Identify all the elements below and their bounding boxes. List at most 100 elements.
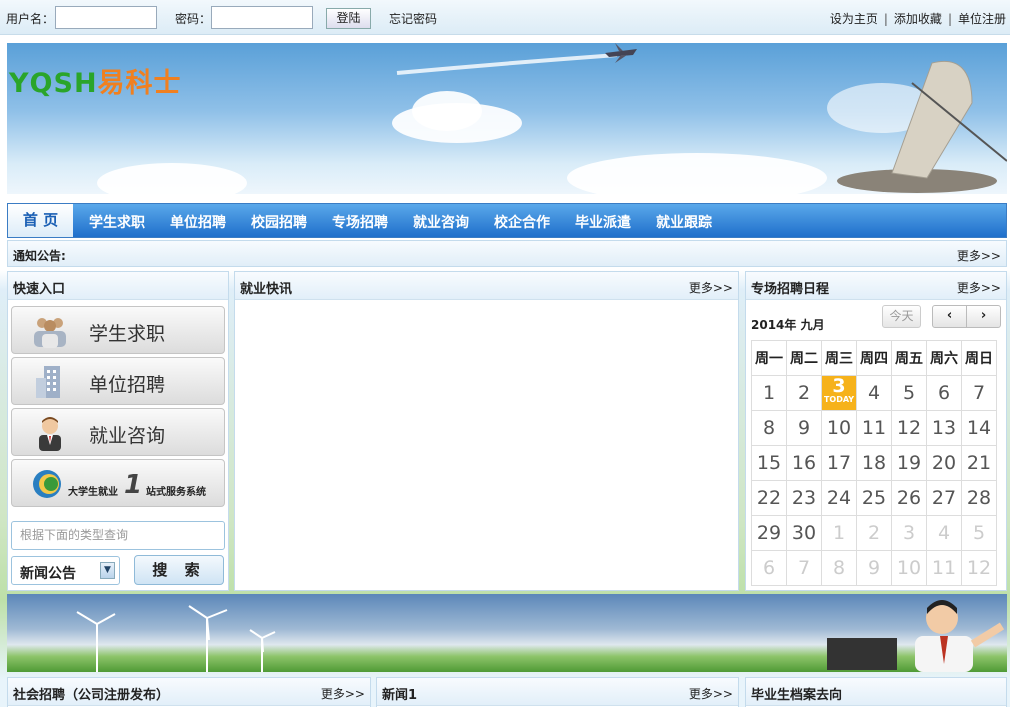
service-badge-num: 1	[124, 470, 143, 500]
day-cell[interactable]: 9	[786, 410, 822, 446]
service-badge-right: 站式服务系统	[146, 487, 206, 498]
day-cell[interactable]: 26	[891, 480, 927, 516]
other-month-day-cell[interactable]: 10	[891, 550, 927, 586]
other-month-day-cell[interactable]: 2	[856, 515, 892, 551]
password-input[interactable]	[211, 6, 313, 29]
day-cell[interactable]: 30	[786, 515, 822, 551]
login-button[interactable]: 登陆	[326, 8, 371, 29]
username-input[interactable]	[55, 6, 157, 29]
other-month-day-cell[interactable]: 5	[961, 515, 997, 551]
day-cell[interactable]: 6	[926, 375, 962, 411]
day-cell[interactable]: 15	[751, 445, 787, 481]
site-logo[interactable]: YQSH易科士	[9, 61, 182, 100]
day-cell[interactable]: 2	[786, 375, 822, 411]
consultant-icon	[39, 417, 61, 451]
week-row: 29 30 1 2 3 4 5	[751, 515, 997, 551]
day-cell[interactable]: 19	[891, 445, 927, 481]
day-cell[interactable]: 1	[751, 375, 787, 411]
chevron-down-icon[interactable]: ▼	[100, 562, 115, 579]
nav-item-company-hiring[interactable]: 单位招聘	[170, 212, 226, 232]
employment-news-panel: 就业快讯 更多>>	[234, 271, 739, 591]
day-cell[interactable]: 10	[821, 410, 857, 446]
news-more-link[interactable]: 更多>>	[689, 279, 733, 296]
search-type-select[interactable]: 新闻公告 ▼	[11, 556, 120, 585]
today-button[interactable]: 今天	[882, 305, 921, 328]
today-cell[interactable]: 3 TODAY	[821, 375, 857, 411]
other-month-day-cell[interactable]: 12	[961, 550, 997, 586]
calendar-more-link[interactable]: 更多>>	[957, 279, 1001, 296]
add-favorite-link[interactable]: 添加收藏	[894, 12, 942, 26]
quick-company-hiring-button[interactable]: 单位招聘	[11, 357, 225, 405]
calendar-grid: 周一 周二 周三 周四 周五 周六 周日 1 2 3 TODAY 4 5 6 7 …	[751, 340, 997, 586]
day-cell[interactable]: 14	[961, 410, 997, 446]
other-month-day-cell[interactable]: 9	[856, 550, 892, 586]
nav-item-graduate-dispatch[interactable]: 毕业派遣	[575, 212, 631, 232]
day-cell[interactable]: 21	[961, 445, 997, 481]
other-month-day-cell[interactable]: 6	[751, 550, 787, 586]
service-badge-left: 大学生就业	[68, 487, 118, 498]
day-cell[interactable]: 13	[926, 410, 962, 446]
quick-career-consulting-button[interactable]: 就业咨询	[11, 408, 225, 456]
nav-item-home[interactable]: 首 页	[8, 204, 73, 237]
day-cell[interactable]: 11	[856, 410, 892, 446]
day-cell[interactable]: 8	[751, 410, 787, 446]
day-cell[interactable]: 23	[786, 480, 822, 516]
day-cell[interactable]: 22	[751, 480, 787, 516]
day-cell[interactable]: 27	[926, 480, 962, 516]
nav-item-campus-hiring[interactable]: 校园招聘	[251, 212, 307, 232]
notice-bar: 通知公告: 更多>>	[7, 240, 1007, 267]
notice-more-link[interactable]: 更多>>	[957, 247, 1001, 264]
day-cell[interactable]: 18	[856, 445, 892, 481]
set-homepage-link[interactable]: 设为主页	[830, 12, 878, 26]
prev-month-button[interactable]: ‹	[932, 305, 967, 328]
search-button[interactable]: 搜 索	[134, 555, 224, 585]
nav-item-school-enterprise[interactable]: 校企合作	[494, 212, 550, 232]
panel-title: 专场招聘日程	[751, 282, 830, 297]
company-register-link[interactable]: 单位注册	[958, 12, 1006, 26]
cloud-shape	[567, 153, 827, 194]
day-cell[interactable]: 28	[961, 480, 997, 516]
service-logo-icon	[33, 470, 61, 498]
nav-item-student-jobs[interactable]: 学生求职	[89, 212, 145, 232]
day-cell[interactable]: 4	[856, 375, 892, 411]
other-month-day-cell[interactable]: 7	[786, 550, 822, 586]
day-cell[interactable]: 16	[786, 445, 822, 481]
day-cell[interactable]: 17	[821, 445, 857, 481]
other-month-day-cell[interactable]: 11	[926, 550, 962, 586]
other-month-day-cell[interactable]: 3	[891, 515, 927, 551]
panel-header: 毕业生档案去向	[746, 678, 1006, 706]
today-tag: TODAY	[823, 395, 855, 404]
other-month-day-cell[interactable]: 1	[821, 515, 857, 551]
panel-title: 快速入口	[13, 282, 66, 297]
quick-button-label: 就业咨询	[89, 425, 166, 447]
nav-item-special-hiring[interactable]: 专场招聘	[332, 212, 388, 232]
weekday-header: 周一	[751, 340, 787, 376]
week-row: 8 9 10 11 12 13 14	[751, 410, 997, 446]
logo-latin: YQSH	[9, 68, 98, 99]
separator: |	[883, 12, 888, 26]
day-cell[interactable]: 20	[926, 445, 962, 481]
search-input[interactable]: 根据下面的类型查询	[11, 521, 225, 550]
weekday-header: 周六	[926, 340, 962, 376]
day-cell[interactable]: 5	[891, 375, 927, 411]
promo-band	[7, 594, 1007, 672]
logo-cn: 易科士	[97, 68, 182, 99]
day-cell[interactable]: 7	[961, 375, 997, 411]
other-month-day-cell[interactable]: 8	[821, 550, 857, 586]
day-cell[interactable]: 25	[856, 480, 892, 516]
nav-item-career-consulting[interactable]: 就业咨询	[413, 212, 469, 232]
day-cell[interactable]: 29	[751, 515, 787, 551]
panel-title: 新闻1	[382, 688, 418, 703]
panel-title: 社会招聘（公司注册发布）	[13, 688, 170, 703]
day-cell[interactable]: 12	[891, 410, 927, 446]
quick-student-jobs-button[interactable]: 学生求职	[11, 306, 225, 354]
other-month-day-cell[interactable]: 4	[926, 515, 962, 551]
news1-more-link[interactable]: 更多>>	[689, 685, 733, 702]
day-cell[interactable]: 24	[821, 480, 857, 516]
forgot-password-link[interactable]: 忘记密码	[389, 10, 437, 27]
nav-item-employment-tracking[interactable]: 就业跟踪	[656, 212, 712, 232]
social-more-link[interactable]: 更多>>	[321, 685, 365, 702]
calendar-month-label: 2014年 九月	[751, 318, 825, 332]
next-month-button[interactable]: ›	[966, 305, 1001, 328]
one-stop-service-button[interactable]: 大学生就业 1 站式服务系统	[11, 459, 225, 507]
